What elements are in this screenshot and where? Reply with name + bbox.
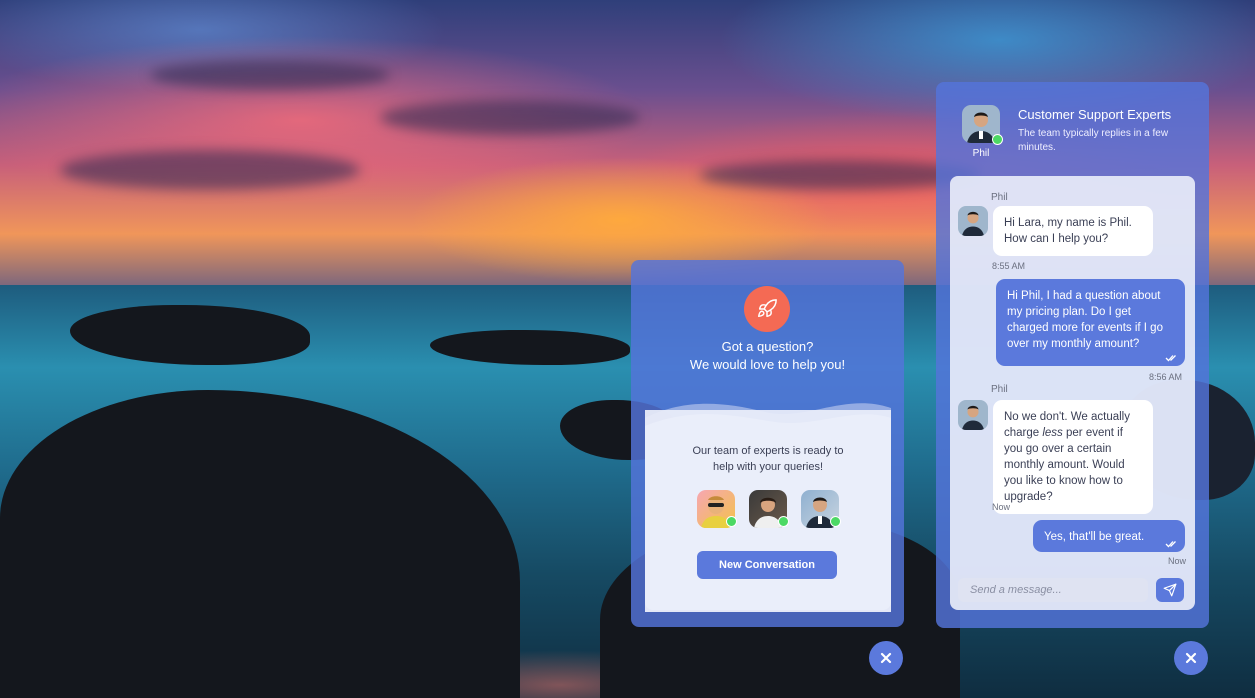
cloud bbox=[60, 150, 360, 190]
sender-avatar bbox=[958, 400, 988, 430]
send-icon bbox=[1163, 583, 1177, 597]
message-sender: Phil bbox=[991, 192, 1008, 203]
message-time: 8:56 AM bbox=[1149, 372, 1183, 382]
sender-avatar bbox=[958, 206, 988, 236]
experts-description: Our team of experts is ready to help wit… bbox=[645, 443, 891, 475]
experts-line: Our team of experts is ready to bbox=[692, 445, 844, 457]
message-input-wrapper bbox=[958, 578, 1148, 602]
chat-messages: Phil Hi Lara, my name is Phil. How can I… bbox=[950, 176, 1195, 610]
message-text: Hi Phil, I had a question about my prici… bbox=[1007, 290, 1163, 350]
expert-avatar bbox=[749, 490, 789, 528]
online-status-dot bbox=[830, 516, 841, 527]
message-time: 8:55 AM bbox=[992, 261, 1026, 271]
new-conversation-button[interactable]: New Conversation bbox=[697, 551, 837, 579]
welcome-widget: Got a question? We would love to help yo… bbox=[631, 260, 904, 627]
chat-subtitle: The team typically replies in a few minu… bbox=[1018, 128, 1169, 153]
close-icon bbox=[1185, 652, 1197, 664]
heading-line: We would love to help you! bbox=[689, 357, 846, 372]
message-bubble-incoming: No we don't. We actually charge less per… bbox=[993, 400, 1153, 514]
message-time: Now bbox=[992, 502, 1011, 512]
expert-avatar bbox=[801, 490, 841, 528]
expert-avatar bbox=[697, 490, 737, 528]
experts-line: help with your queries! bbox=[712, 461, 824, 473]
send-button[interactable] bbox=[1156, 578, 1184, 602]
welcome-heading: Got a question? We would love to help yo… bbox=[631, 338, 904, 374]
experts-card: Our team of experts is ready to help wit… bbox=[645, 410, 891, 610]
expert-avatars bbox=[697, 490, 841, 530]
heading-line: Got a question? bbox=[721, 339, 814, 354]
message-input[interactable] bbox=[968, 583, 1138, 597]
message-time: Now bbox=[1168, 556, 1187, 566]
online-status-dot bbox=[992, 134, 1003, 145]
chat-widget: Phil Customer Support Experts The team t… bbox=[936, 82, 1209, 628]
cloud bbox=[150, 60, 390, 90]
cloud bbox=[380, 100, 640, 135]
online-status-dot bbox=[778, 516, 789, 527]
message-sender: Phil bbox=[991, 384, 1008, 395]
close-icon bbox=[880, 652, 892, 664]
agent-name: Phil bbox=[972, 148, 990, 159]
message-bubble-outgoing: Hi Phil, I had a question about my prici… bbox=[996, 279, 1185, 366]
message-text: Yes, that'll be great. bbox=[1044, 531, 1145, 543]
message-emphasis: less bbox=[1042, 427, 1063, 439]
message-bubble-incoming: Hi Lara, my name is Phil. How can I help… bbox=[993, 206, 1153, 256]
rocket-icon bbox=[744, 286, 790, 332]
close-chat-button[interactable] bbox=[1174, 641, 1208, 675]
double-check-icon bbox=[1165, 355, 1176, 362]
online-status-dot bbox=[726, 516, 737, 527]
chat-title: Customer Support Experts bbox=[1018, 107, 1172, 122]
close-welcome-button[interactable] bbox=[869, 641, 903, 675]
double-check-icon bbox=[1165, 541, 1176, 548]
message-bubble-outgoing: Yes, that'll be great. bbox=[1033, 520, 1185, 552]
